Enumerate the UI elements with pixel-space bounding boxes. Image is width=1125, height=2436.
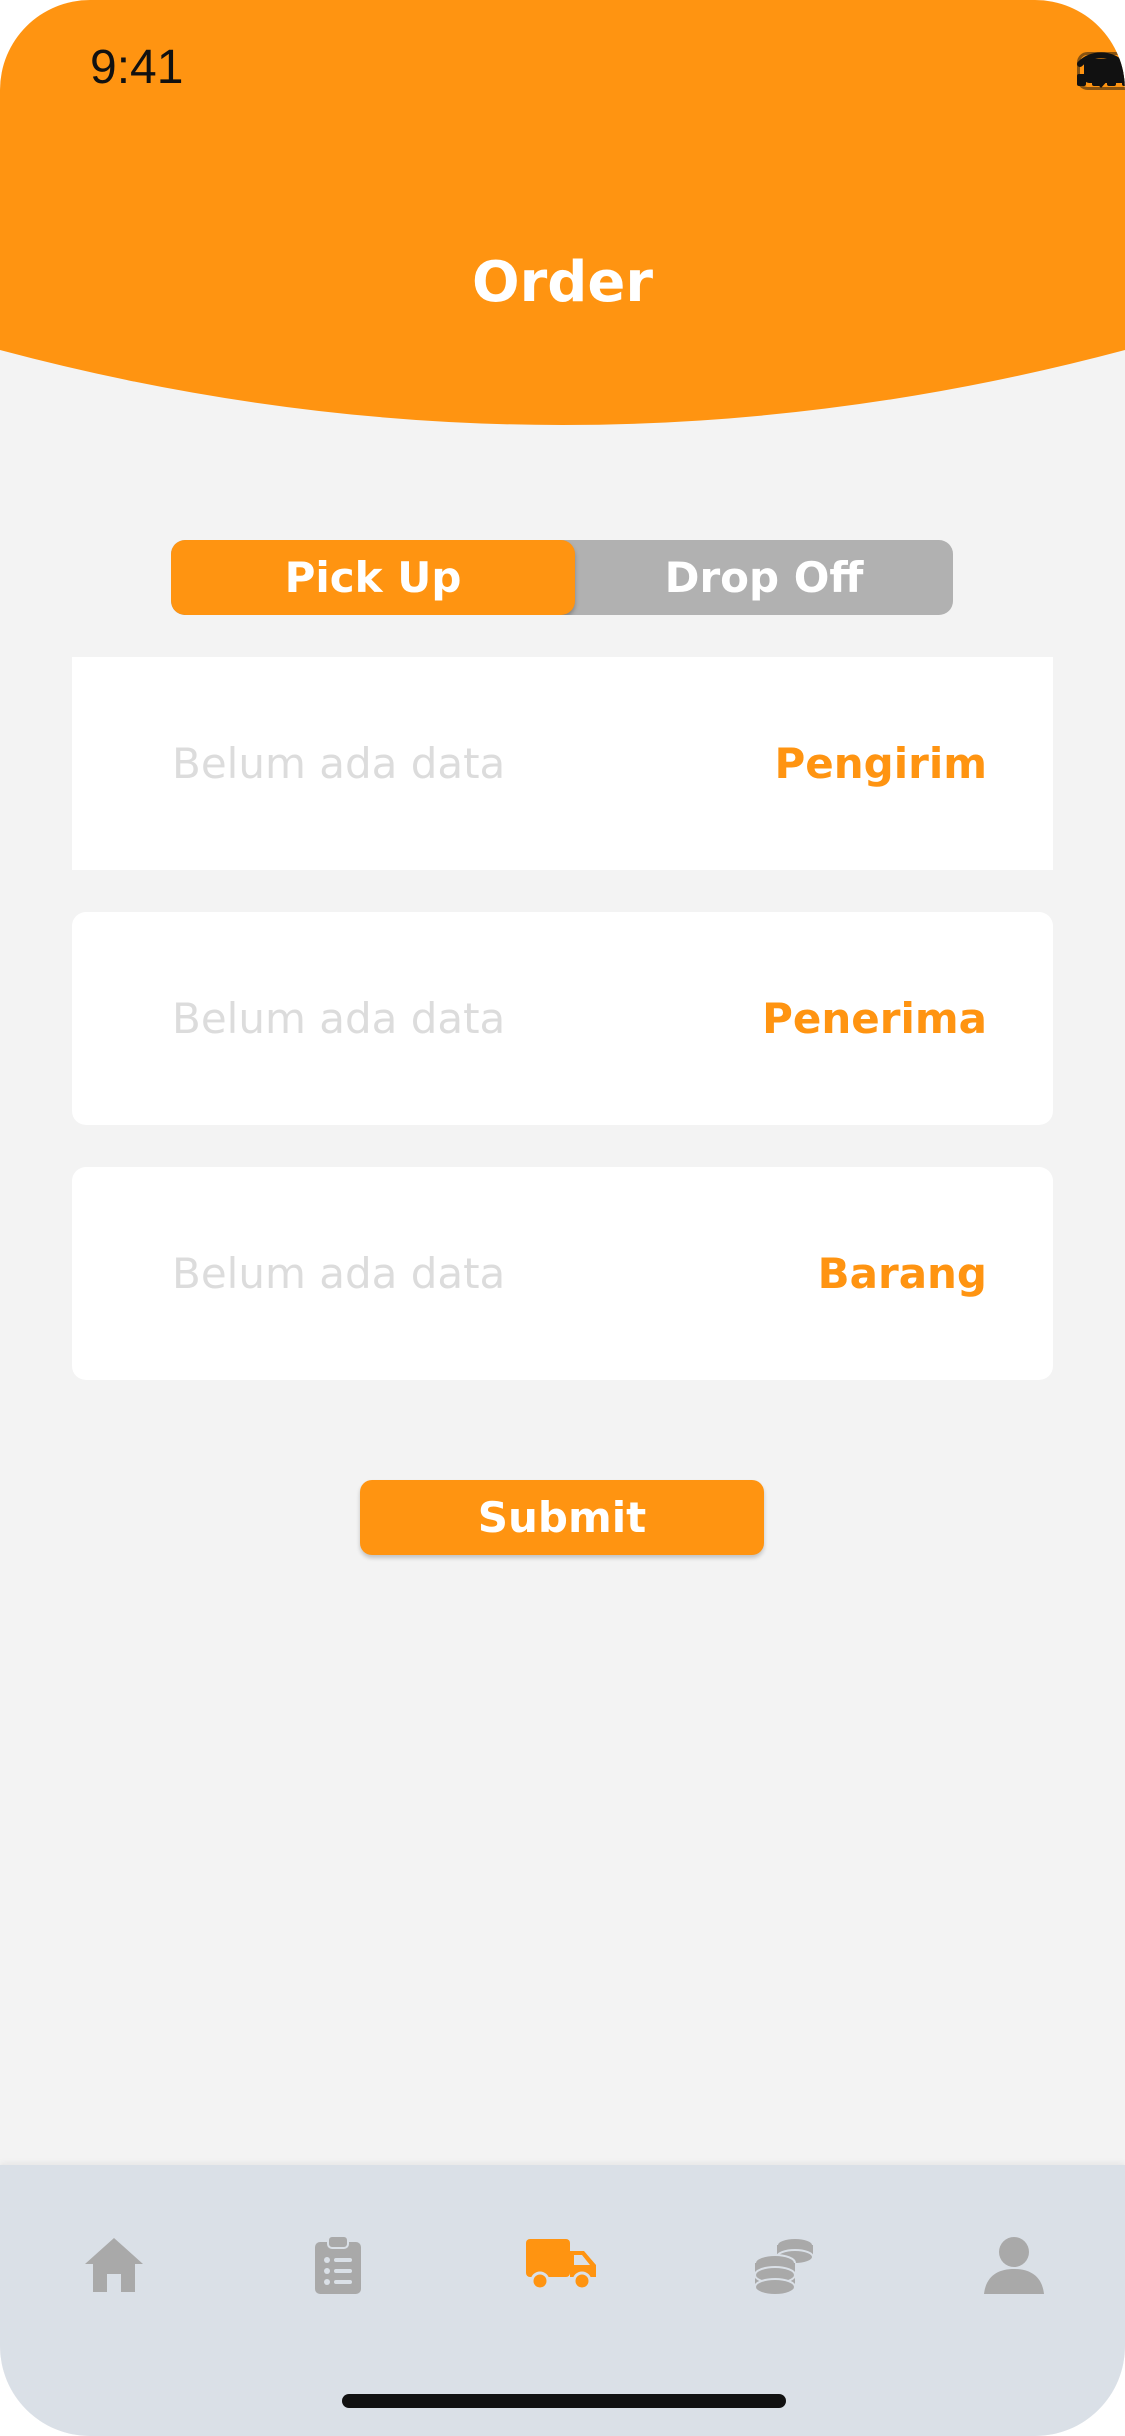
user-icon [984,2237,1044,2294]
item-placeholder: Belum ada data [172,1249,506,1298]
item-card[interactable]: Belum ada data Barang [72,1167,1053,1380]
nav-order[interactable] [524,2225,598,2305]
status-time: 9:41 [90,41,184,94]
tab-pick-up[interactable]: Pick Up [171,540,575,615]
nav-orders-list[interactable] [298,2225,378,2305]
nav-finance[interactable] [744,2225,824,2305]
sender-placeholder: Belum ada data [172,739,506,788]
nav-home[interactable] [74,2225,154,2305]
sender-card[interactable]: Belum ada data Pengirim [72,657,1053,870]
item-label: Barang [817,1249,987,1298]
nav-profile[interactable] [974,2225,1054,2305]
receiver-label: Penerima [762,994,987,1043]
header: 9:41 Order [0,0,1125,440]
order-screen: 9:41 Order Drop Off Pick Up Belum ada da… [0,0,1125,2436]
receiver-card[interactable]: Belum ada data Penerima [72,912,1053,1125]
home-icon [85,2238,143,2292]
clipboard-list-icon [315,2236,361,2294]
pickup-dropoff-toggle: Drop Off Pick Up [171,540,953,615]
sender-label: Pengirim [774,739,987,788]
coins-icon [754,2237,814,2295]
battery-icon [1077,52,1125,90]
page-title: Order [472,250,653,315]
submit-button[interactable]: Submit [360,1480,764,1555]
truck-icon [526,2239,596,2291]
receiver-placeholder: Belum ada data [172,994,506,1043]
tab-drop-off[interactable]: Drop Off [575,540,953,615]
home-indicator [342,2394,786,2408]
